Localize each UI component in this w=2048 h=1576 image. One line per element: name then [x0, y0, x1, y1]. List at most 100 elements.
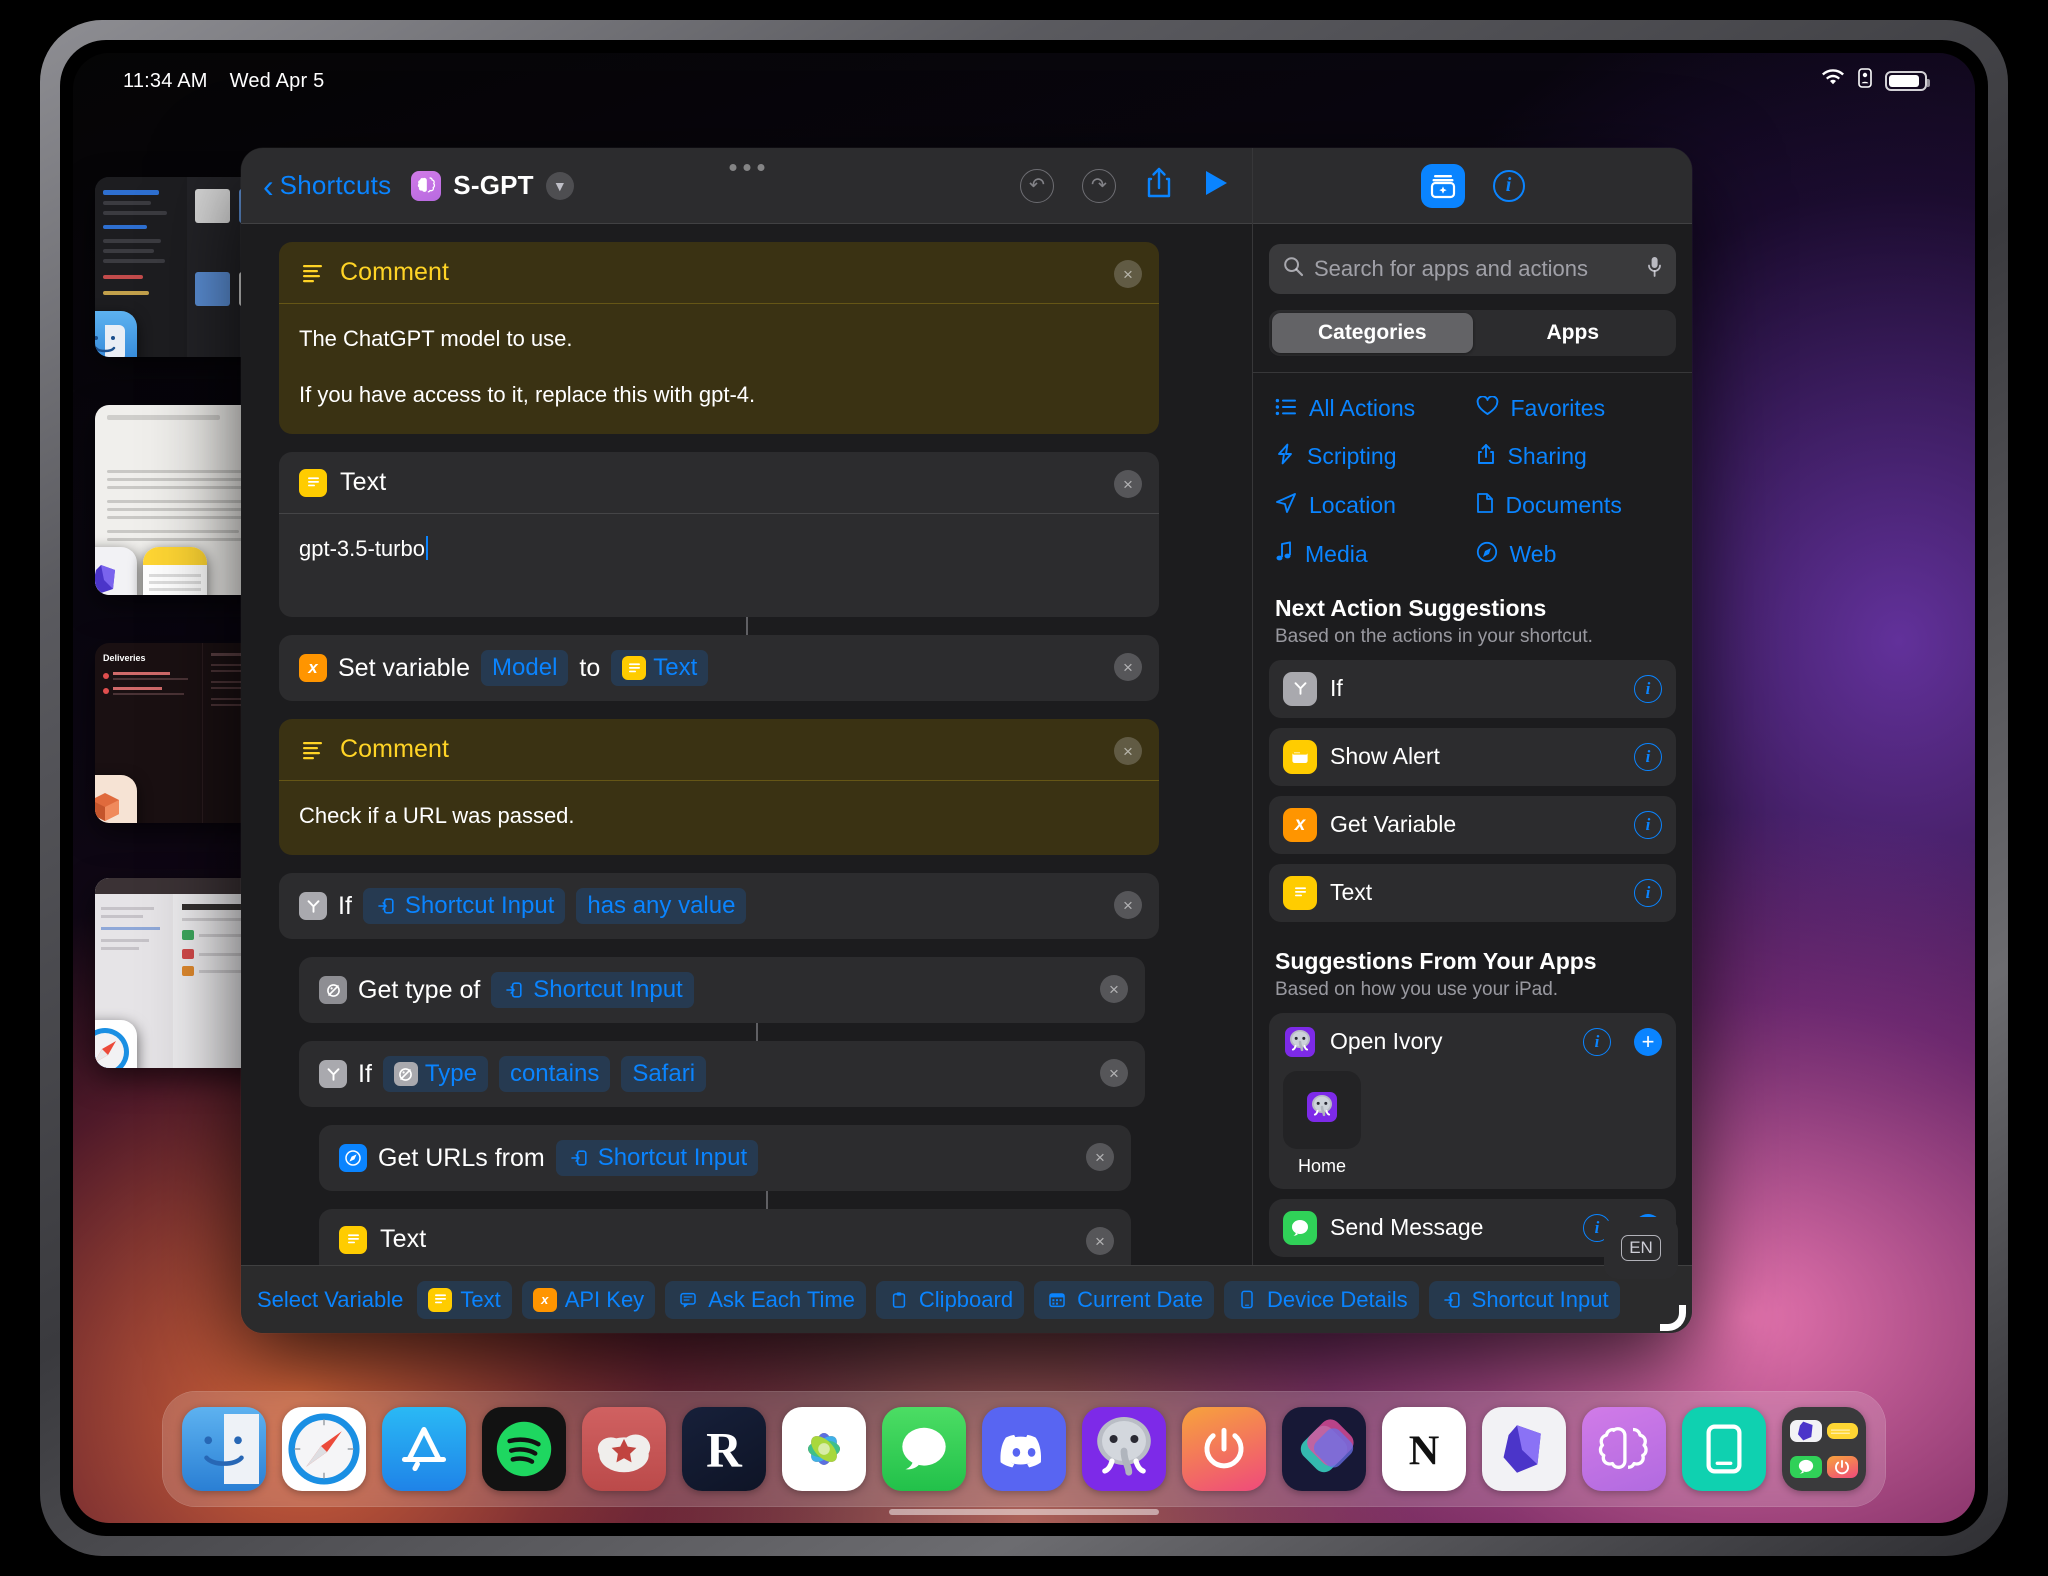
action-row[interactable]: Get type of Shortcut Input	[299, 957, 1145, 1023]
category-favorites[interactable]: Favorites	[1476, 395, 1677, 422]
action-library-icon[interactable]	[1420, 163, 1465, 208]
segment-apps[interactable]: Apps	[1473, 313, 1674, 353]
search-box[interactable]	[1269, 244, 1676, 294]
action-card-set-variable[interactable]: x Set variable Model to Text ×	[279, 635, 1159, 702]
share-icon[interactable]	[1144, 166, 1174, 205]
next-actions-list[interactable]: If i Show Alert i x Get Variable i Text i	[1253, 648, 1692, 922]
action-card-comment[interactable]: Comment Check if a URL was passed. ×	[279, 719, 1159, 856]
search-input[interactable]	[1314, 256, 1637, 282]
suggestion-if[interactable]: If i	[1269, 659, 1676, 718]
keyboard-dismiss-hook-icon[interactable]	[1660, 1305, 1686, 1331]
if-condition-pill[interactable]: contains	[498, 1056, 611, 1093]
variable-chip-current-date[interactable]: Current Date	[1034, 1280, 1215, 1319]
dock-item-s-gpt[interactable]	[1582, 1407, 1666, 1491]
dock-item-photos[interactable]	[782, 1407, 866, 1491]
library-segmented-control[interactable]: Categories Apps	[1269, 310, 1676, 356]
if-condition-pill[interactable]: has any value	[576, 888, 747, 925]
dock-item-mirror[interactable]	[1682, 1407, 1766, 1491]
microphone-icon[interactable]	[1647, 256, 1662, 283]
chevron-down-icon[interactable]: ▼	[545, 171, 574, 200]
keyboard-language-indicator[interactable]: EN	[1604, 1217, 1678, 1279]
dock[interactable]: RN	[162, 1391, 1886, 1507]
suggestion-show-alert[interactable]: Show Alert i	[1269, 727, 1676, 786]
app-suggestion-open-ivory[interactable]: Open Ivory i + Home	[1269, 1012, 1676, 1189]
action-card-text[interactable]: TextPlease provide a detailed summary of…	[319, 1209, 1131, 1265]
variable-picker-bar[interactable]: Select Variable Text x API Key Ask Each Tim…	[241, 1217, 1692, 1333]
undo-icon[interactable]: ↶	[1020, 168, 1054, 203]
dock-item-messages[interactable]	[882, 1407, 966, 1491]
category-web[interactable]: Web	[1476, 541, 1677, 569]
action-card-if[interactable]: If Shortcut Input has any value ×	[279, 873, 1159, 940]
action-row[interactable]: If Type contains Safari	[299, 1041, 1145, 1107]
add-action-button[interactable]: +	[1634, 1027, 1662, 1056]
category-location[interactable]: Location	[1275, 492, 1476, 520]
delete-action-button[interactable]: ×	[1114, 653, 1142, 682]
category-all-actions[interactable]: All Actions	[1275, 395, 1476, 422]
info-icon[interactable]: i	[1634, 810, 1662, 839]
category-media[interactable]: Media	[1275, 540, 1476, 569]
delete-action-button[interactable]: ×	[1114, 737, 1142, 766]
action-row[interactable]: x Set variable Model to Text	[279, 635, 1159, 701]
action-row[interactable]: Get URLs from Shortcut Input	[319, 1125, 1131, 1191]
play-icon[interactable]	[1202, 168, 1230, 203]
dock-item-app-store[interactable]	[382, 1407, 466, 1491]
back-chevron-icon[interactable]: ‹	[263, 170, 274, 202]
variable-chip-device-details[interactable]: Device Details	[1224, 1280, 1419, 1319]
shortcuts-app-window[interactable]: ‹ Shortcuts S-GPT ▼ ↶ ↷ Comment The Chat…	[241, 148, 1692, 1333]
action-card-if-nested[interactable]: If Type contains Safari ×	[299, 1041, 1145, 1108]
category-scripting[interactable]: Scripting	[1275, 443, 1476, 471]
variable-chip-text[interactable]: Text	[417, 1280, 512, 1319]
back-to-shortcuts-link[interactable]: Shortcuts	[280, 170, 392, 201]
variable-name-pill[interactable]: Model	[481, 650, 569, 687]
action-list[interactable]: Comment The ChatGPT model to use. If you h…	[241, 224, 1252, 1265]
suggestion-get-variable[interactable]: x Get Variable i	[1269, 795, 1676, 854]
suggestion-text[interactable]: Text i	[1269, 863, 1676, 922]
shortcut-editor-pane: ‹ Shortcuts S-GPT ▼ ↶ ↷ Comment The Chat…	[241, 148, 1252, 1265]
delete-action-button[interactable]: ×	[1114, 260, 1142, 288]
action-row[interactable]: If Shortcut Input has any value	[279, 873, 1159, 939]
if-subject-pill[interactable]: Type	[382, 1056, 488, 1093]
dock-item-craft[interactable]	[1482, 1407, 1566, 1491]
info-icon[interactable]: i	[1583, 1027, 1611, 1056]
variable-chip-shortcut-input[interactable]: Shortcut Input	[1428, 1280, 1620, 1319]
category-sharing[interactable]: Sharing	[1476, 443, 1677, 471]
dock-item-discord[interactable]	[982, 1407, 1066, 1491]
dock-item-cloud-star[interactable]	[582, 1407, 666, 1491]
comment-body[interactable]: Check if a URL was passed.	[279, 780, 1159, 855]
variable-value-pill[interactable]: Text	[611, 650, 709, 687]
drag-handle-dots-icon[interactable]	[729, 164, 764, 171]
dock-item-spotify[interactable]	[482, 1407, 566, 1491]
dock-item-notion[interactable]: N	[1382, 1407, 1466, 1491]
comment-body[interactable]: The ChatGPT model to use. If you have acc…	[279, 303, 1159, 434]
redo-icon[interactable]: ↷	[1082, 168, 1116, 203]
app-shortcut-tile[interactable]: Home	[1283, 1070, 1361, 1177]
dock-item-finder[interactable]	[182, 1407, 266, 1491]
variable-chip-list[interactable]: Text x API Key Ask Each Time Clipboard Curren…	[417, 1280, 1620, 1319]
category-grid[interactable]: All Actions Favorites Scripting Sharing Loca…	[1253, 373, 1692, 569]
delete-action-button[interactable]: ×	[1114, 470, 1142, 499]
action-card-get-urls[interactable]: Get URLs from Shortcut Input ×	[319, 1125, 1131, 1192]
info-icon[interactable]: i	[1492, 169, 1525, 202]
action-card-get-type[interactable]: Get type of Shortcut Input ×	[299, 957, 1145, 1024]
action-card-text[interactable]: Text gpt-3.5-turbo ×	[279, 452, 1159, 618]
if-subject-pill[interactable]: Shortcut Input	[362, 888, 566, 925]
subject-pill[interactable]: Shortcut Input	[491, 972, 694, 1009]
action-card-comment[interactable]: Comment The ChatGPT model to use. If you h…	[279, 242, 1159, 435]
subject-pill[interactable]: Shortcut Input	[555, 1140, 759, 1177]
if-value-pill[interactable]: Safari	[621, 1056, 707, 1093]
category-documents[interactable]: Documents	[1476, 492, 1677, 520]
dock-folder[interactable]	[1782, 1407, 1866, 1491]
variable-chip-ask-each-time[interactable]: Ask Each Time	[665, 1280, 866, 1319]
dock-item-safari[interactable]	[282, 1407, 366, 1491]
info-icon[interactable]: i	[1634, 878, 1662, 907]
text-field[interactable]: gpt-3.5-turbo	[279, 513, 1159, 617]
info-icon[interactable]: i	[1634, 674, 1662, 703]
dock-item-timery[interactable]	[1182, 1407, 1266, 1491]
variable-chip-clipboard[interactable]: Clipboard	[875, 1280, 1025, 1319]
dock-item-ivory[interactable]	[1082, 1407, 1166, 1491]
info-icon[interactable]: i	[1634, 742, 1662, 771]
dock-item-reeder[interactable]: R	[682, 1407, 766, 1491]
dock-item-shortcuts[interactable]	[1282, 1407, 1366, 1491]
variable-chip-api-key[interactable]: x API Key	[521, 1280, 656, 1319]
segment-categories[interactable]: Categories	[1272, 313, 1473, 353]
